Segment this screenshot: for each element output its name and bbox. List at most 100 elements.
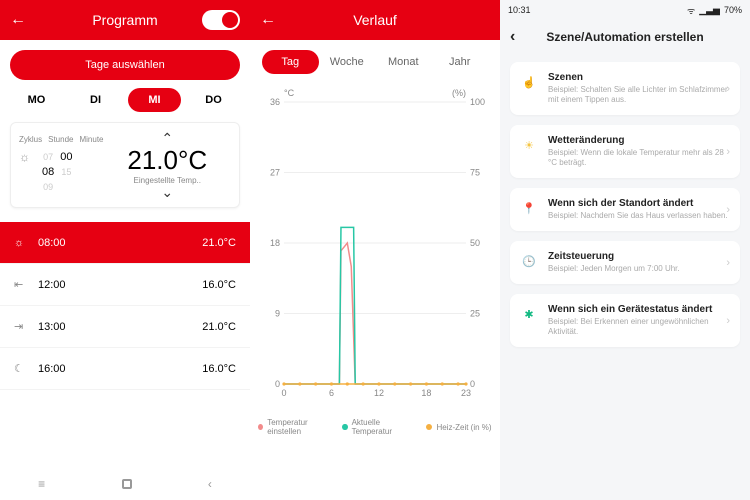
schedule-row[interactable]: ☾16:0016.0°C (0, 348, 250, 390)
programm-title: Programm (92, 12, 157, 28)
chevron-right-icon: › (726, 204, 730, 216)
col-label: Stunde (48, 135, 73, 144)
svg-text:0: 0 (275, 379, 280, 389)
row-time: 08:00 (32, 237, 202, 249)
chevron-up-icon[interactable]: ⌃ (104, 131, 232, 145)
recent-icon[interactable]: ≡ (38, 477, 45, 491)
sun-icon: ☀ (520, 136, 538, 154)
option-sub: Beispiel: Jeden Morgen um 7:00 Uhr. (548, 264, 730, 274)
verlauf-header: ← Verlauf (250, 0, 500, 40)
option-sub: Beispiel: Schalten Sie alle Lichter im S… (548, 85, 730, 105)
svg-text:0: 0 (281, 388, 286, 398)
svg-text:12: 12 (374, 388, 384, 398)
return-icon: ⇥ (14, 320, 32, 333)
select-days-button[interactable]: Tage auswählen (10, 50, 240, 80)
automation-option[interactable]: 🕒ZeitsteuerungBeispiel: Jeden Morgen um … (510, 241, 740, 284)
pin-icon: 📍 (520, 199, 538, 217)
status-time: 10:31 (508, 5, 531, 15)
schedule-card: Zyklus Stunde Minute ☼ 07 08 09 00 15 ⌃ (10, 122, 240, 208)
range-tabs: TagWocheMonatJahr (250, 40, 500, 80)
back-icon[interactable]: ← (260, 11, 276, 29)
automation-option[interactable]: ☝SzenenBeispiel: Schalten Sie alle Licht… (510, 62, 740, 115)
svg-text:25: 25 (470, 309, 480, 319)
range-tab-woche[interactable]: Woche (319, 50, 376, 74)
verlauf-title: Verlauf (353, 12, 397, 28)
automation-title: Szene/Automation erstellen (546, 30, 703, 44)
status-bar: 10:31 ᯤ ▁▃▅ 70% (500, 0, 750, 20)
bulb-icon: ☼ (14, 237, 32, 249)
row-temp: 21.0°C (202, 237, 236, 249)
automation-header: ‹ Szene/Automation erstellen (500, 20, 750, 54)
schedule-row[interactable]: ⇤12:0016.0°C (0, 264, 250, 306)
moon-icon: ☾ (14, 362, 32, 375)
legend-dot-icon (342, 424, 347, 430)
chevron-down-icon[interactable]: ⌄ (104, 185, 232, 199)
svg-text:50: 50 (470, 238, 480, 248)
option-sub: Beispiel: Nachdem Sie das Haus verlassen… (548, 211, 730, 221)
option-sub: Beispiel: Wenn die lokale Temperatur meh… (548, 148, 730, 168)
device-icon: ✱ (520, 305, 538, 323)
automation-option[interactable]: 📍 Wenn sich der Standort ändert Beispiel: … (510, 188, 740, 231)
row-temp: 16.0°C (202, 363, 236, 375)
day-tab-mo[interactable]: MO (10, 88, 63, 112)
minute-picker[interactable]: 00 15 (60, 150, 72, 195)
option-title: Zeitsteuerung (548, 251, 730, 262)
row-temp: 21.0°C (202, 321, 236, 333)
row-time: 13:00 (32, 321, 202, 333)
hour-picker[interactable]: 07 08 09 (42, 150, 54, 195)
back-icon[interactable]: ← (10, 11, 26, 29)
day-tab-do[interactable]: DO (187, 88, 240, 112)
option-title: Wenn sich ein Gerätestatus ändert (548, 304, 730, 315)
leave-icon: ⇤ (14, 278, 32, 291)
chart-legend: Temperatur einstellen Aktuelle Temperatur… (250, 418, 500, 436)
wifi-icon: ᯤ (687, 4, 695, 17)
option-title: Szenen (548, 72, 730, 83)
temp-value: 21.0°C (104, 145, 232, 176)
row-time: 12:00 (32, 279, 202, 291)
back-nav-icon[interactable]: ‹ (208, 477, 212, 491)
range-tab-monat[interactable]: Monat (375, 50, 432, 74)
legend-item: Heiz-Zeit (in %) (426, 418, 491, 436)
day-tab-di[interactable]: DI (69, 88, 122, 112)
bulb-icon: ☼ (19, 150, 30, 195)
chevron-right-icon: › (726, 315, 730, 327)
automation-option[interactable]: ✱ Wenn sich ein Gerätestatus ändert Beispi… (510, 294, 740, 347)
verlauf-chart: °C(%)00925185027753610006121823 (260, 84, 490, 414)
row-temp: 16.0°C (202, 279, 236, 291)
svg-text:6: 6 (329, 388, 334, 398)
svg-text:23: 23 (461, 388, 471, 398)
legend-label: Temperatur einstellen (267, 418, 328, 436)
range-tab-tag[interactable]: Tag (262, 50, 319, 74)
legend-item: Aktuelle Temperatur (342, 418, 412, 436)
legend-item: Temperatur einstellen (258, 418, 328, 436)
automation-option[interactable]: ☀ Wetteränderung Beispiel: Wenn die lokale… (510, 125, 740, 178)
svg-text:18: 18 (421, 388, 431, 398)
legend-label: Aktuelle Temperatur (352, 418, 413, 436)
battery-label: 70% (724, 5, 742, 15)
svg-text:27: 27 (270, 168, 280, 178)
programm-header: ← Programm (0, 0, 250, 40)
option-title: Wenn sich der Standort ändert (548, 198, 730, 209)
chevron-right-icon: › (726, 257, 730, 269)
legend-label: Heiz-Zeit (in %) (436, 423, 491, 432)
col-label: Zyklus (19, 135, 42, 144)
home-icon[interactable] (122, 479, 132, 489)
col-label: Minute (79, 135, 103, 144)
option-title: Wetteränderung (548, 135, 730, 146)
schedule-row[interactable]: ⇥13:0021.0°C (0, 306, 250, 348)
svg-text:°C: °C (284, 88, 295, 98)
svg-text:9: 9 (275, 309, 280, 319)
schedule-list: ☼08:0021.0°C⇤12:0016.0°C⇥13:0021.0°C☾16:… (0, 222, 250, 390)
signal-icon: ▁▃▅ (699, 5, 720, 16)
programm-pane: ← Programm Tage auswählen MODIMIDO Zyklu… (0, 0, 250, 500)
option-sub: Beispiel: Bei Erkennen einer ungewöhnlic… (548, 317, 730, 337)
range-tab-jahr[interactable]: Jahr (432, 50, 489, 74)
automation-list: ☝SzenenBeispiel: Schalten Sie alle Licht… (500, 54, 750, 355)
chevron-right-icon: › (726, 146, 730, 158)
verlauf-pane: ← Verlauf TagWocheMonatJahr °C(%)0092518… (250, 0, 500, 500)
schedule-row[interactable]: ☼08:0021.0°C (0, 222, 250, 264)
day-tab-mi[interactable]: MI (128, 88, 181, 112)
programm-toggle[interactable] (202, 10, 240, 30)
back-icon[interactable]: ‹ (510, 28, 515, 46)
temp-stepper[interactable]: ⌃ 21.0°C Eingestellte Temp.. ⌄ (104, 131, 232, 199)
